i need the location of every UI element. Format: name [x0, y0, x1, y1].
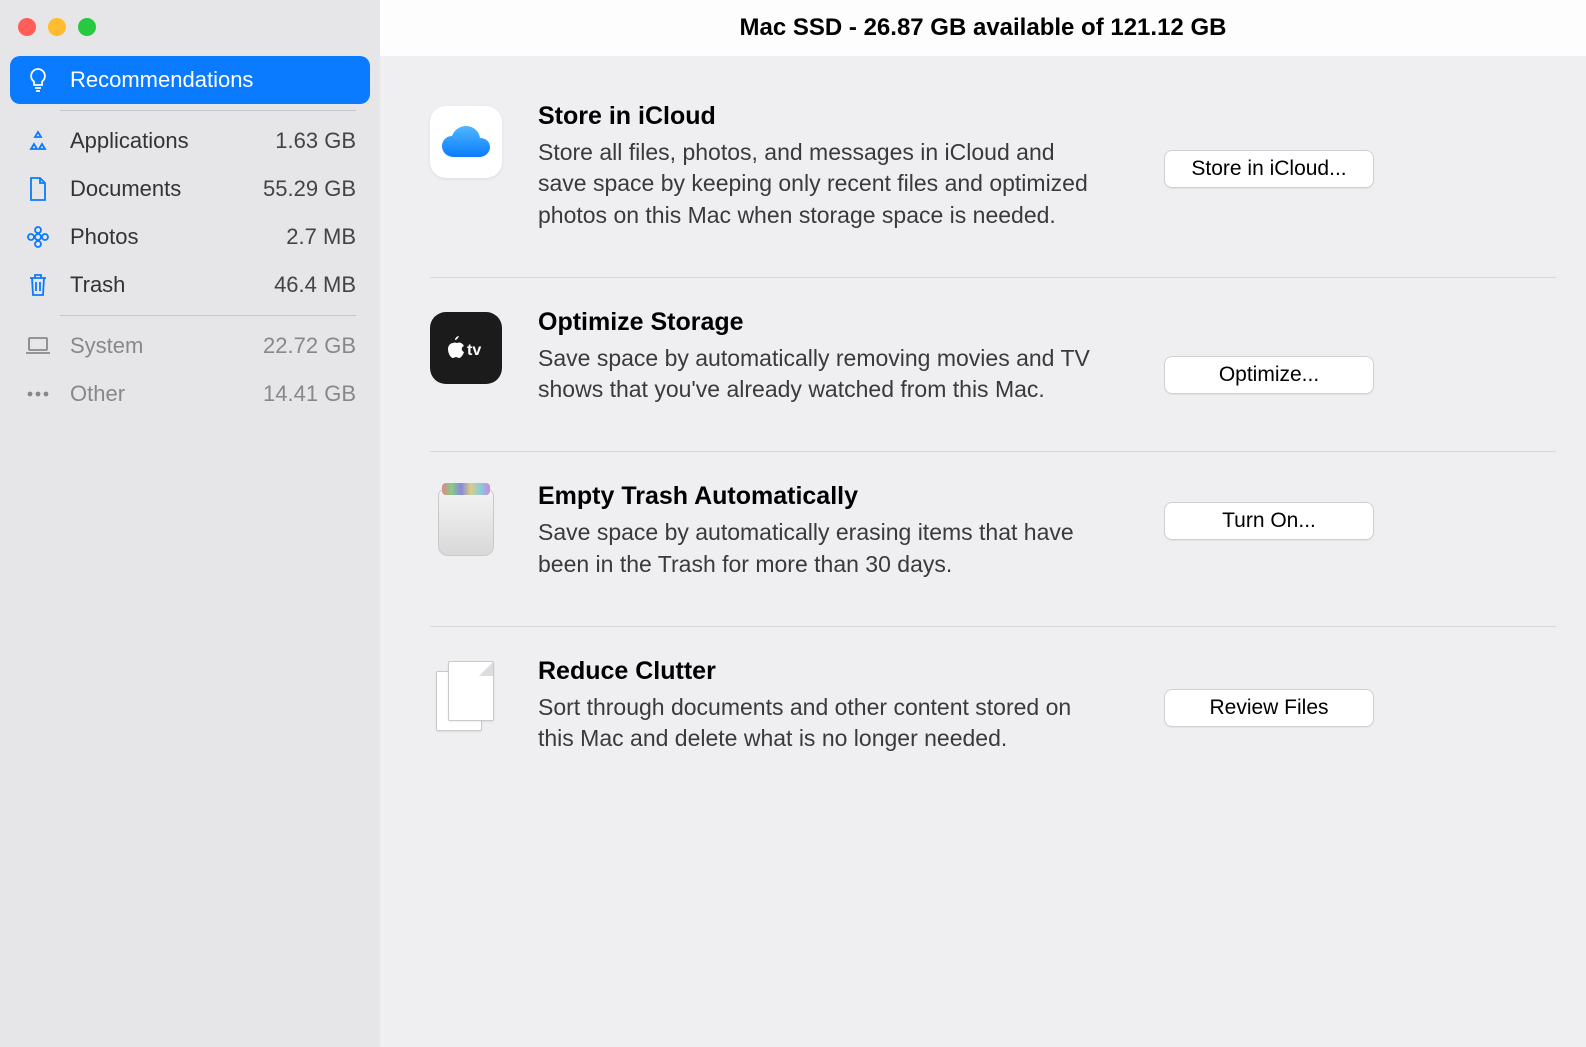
recommendation-desc: Sort through documents and other content… [538, 692, 1098, 755]
sidebar-item-size: 14.41 GB [263, 381, 356, 407]
recommendation-title: Store in iCloud [538, 102, 1098, 131]
sidebar-item-label: Applications [70, 128, 275, 154]
store-in-icloud-button[interactable]: Store in iCloud... [1164, 150, 1374, 188]
sidebar-item-size: 46.4 MB [274, 272, 356, 298]
titlebar: Mac SSD - 26.87 GB available of 121.12 G… [380, 0, 1586, 56]
button-label: Turn On... [1222, 509, 1316, 533]
sidebar-item-applications[interactable]: Applications 1.63 GB [10, 117, 370, 165]
main: Mac SSD - 26.87 GB available of 121.12 G… [380, 0, 1586, 1047]
lightbulb-icon [24, 67, 52, 93]
window-traffic-lights [10, 14, 370, 56]
sidebar-item-size: 55.29 GB [263, 176, 356, 202]
recommendation-title: Empty Trash Automatically [538, 482, 1098, 511]
sidebar-item-documents[interactable]: Documents 55.29 GB [10, 165, 370, 213]
document-icon [24, 176, 52, 202]
optimize-button[interactable]: Optimize... [1164, 356, 1374, 394]
recommendation-body: Reduce Clutter Sort through documents an… [538, 657, 1098, 755]
sidebar-item-size: 1.63 GB [275, 128, 356, 154]
laptop-icon [24, 336, 52, 356]
recommendation-icloud: Store in iCloud Store all files, photos,… [430, 92, 1556, 278]
sidebar-item-trash[interactable]: Trash 46.4 MB [10, 261, 370, 309]
sidebar-item-system[interactable]: System 22.72 GB [10, 322, 370, 370]
sidebar-item-label: Recommendations [70, 67, 356, 93]
zoom-window-button[interactable] [78, 18, 96, 36]
turn-on-button[interactable]: Turn On... [1164, 502, 1374, 540]
sidebar-item-recommendations[interactable]: Recommendations [10, 56, 370, 104]
recommendation-action: Review Files [1134, 689, 1374, 727]
sidebar: Recommendations Applications 1.63 GB Doc… [0, 0, 380, 1047]
app-icon [24, 129, 52, 153]
recommendation-title: Optimize Storage [538, 308, 1098, 337]
content: Store in iCloud Store all files, photos,… [380, 56, 1586, 1047]
recommendation-action: Turn On... [1134, 502, 1374, 540]
recommendation-optimize: tv Optimize Storage Save space by automa… [430, 278, 1556, 453]
icloud-icon [430, 106, 502, 178]
sidebar-item-label: Documents [70, 176, 263, 202]
ellipsis-icon [24, 390, 52, 398]
sidebar-item-label: Trash [70, 272, 274, 298]
apple-tv-icon: tv [430, 312, 502, 384]
button-label: Review Files [1209, 696, 1328, 720]
sidebar-item-other[interactable]: Other 14.41 GB [10, 370, 370, 418]
button-label: Optimize... [1219, 363, 1319, 387]
button-label: Store in iCloud... [1191, 157, 1346, 181]
minimize-window-button[interactable] [48, 18, 66, 36]
recommendation-reduce-clutter: Reduce Clutter Sort through documents an… [430, 627, 1556, 765]
review-files-button[interactable]: Review Files [1164, 689, 1374, 727]
window-title: Mac SSD - 26.87 GB available of 121.12 G… [740, 14, 1227, 42]
sidebar-item-label: System [70, 333, 263, 359]
recommendation-desc: Store all files, photos, and messages in… [538, 137, 1098, 231]
svg-text:tv: tv [467, 342, 481, 359]
sidebar-separator [60, 315, 356, 316]
sidebar-item-size: 22.72 GB [263, 333, 356, 359]
sidebar-separator [60, 110, 356, 111]
recommendation-body: Optimize Storage Save space by automatic… [538, 308, 1098, 406]
recommendation-action: Store in iCloud... [1134, 150, 1374, 188]
sidebar-item-size: 2.7 MB [286, 224, 356, 250]
recommendation-body: Store in iCloud Store all files, photos,… [538, 102, 1098, 231]
recommendation-desc: Save space by automatically erasing item… [538, 517, 1098, 580]
recommendation-desc: Save space by automatically removing mov… [538, 343, 1098, 406]
recommendation-action: Optimize... [1134, 356, 1374, 394]
recommendation-title: Reduce Clutter [538, 657, 1098, 686]
recommendation-empty-trash: Empty Trash Automatically Save space by … [430, 452, 1556, 627]
close-window-button[interactable] [18, 18, 36, 36]
sidebar-item-label: Photos [70, 224, 286, 250]
flower-icon [24, 225, 52, 249]
full-trash-icon [430, 486, 502, 558]
sidebar-item-label: Other [70, 381, 263, 407]
sidebar-item-photos[interactable]: Photos 2.7 MB [10, 213, 370, 261]
trash-icon [24, 272, 52, 298]
documents-icon [430, 661, 502, 733]
recommendation-body: Empty Trash Automatically Save space by … [538, 482, 1098, 580]
